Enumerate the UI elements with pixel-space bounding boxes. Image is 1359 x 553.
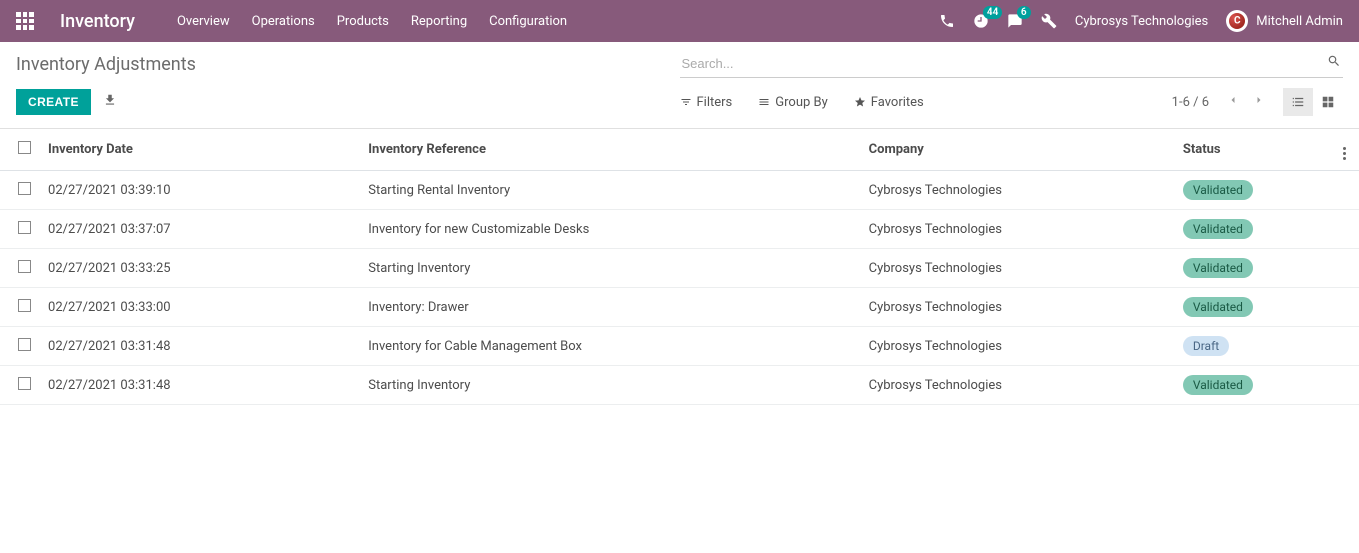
cell-date: 02/27/2021 03:37:07 bbox=[40, 210, 360, 249]
row-checkbox[interactable] bbox=[18, 338, 31, 351]
cell-company: Cybrosys Technologies bbox=[861, 171, 1175, 210]
messages-badge: 6 bbox=[1017, 6, 1031, 19]
table-header-row: Inventory Date Inventory Reference Compa… bbox=[0, 129, 1359, 171]
nav-operations[interactable]: Operations bbox=[252, 14, 315, 29]
status-badge: Validated bbox=[1183, 180, 1253, 200]
row-checkbox[interactable] bbox=[18, 221, 31, 234]
inventory-table: Inventory Date Inventory Reference Compa… bbox=[0, 129, 1359, 405]
row-checkbox[interactable] bbox=[18, 299, 31, 312]
table-row[interactable]: 02/27/2021 03:39:10Starting Rental Inven… bbox=[0, 171, 1359, 210]
cell-status: Validated bbox=[1175, 366, 1335, 405]
phone-icon[interactable] bbox=[939, 13, 955, 29]
filters-button[interactable]: Filters bbox=[680, 95, 733, 110]
col-date-header[interactable]: Inventory Date bbox=[40, 129, 360, 171]
table-row[interactable]: 02/27/2021 03:33:00Inventory: DrawerCybr… bbox=[0, 288, 1359, 327]
col-ref-header[interactable]: Inventory Reference bbox=[360, 129, 860, 171]
cell-status: Validated bbox=[1175, 288, 1335, 327]
user-menu[interactable]: Mitchell Admin bbox=[1226, 10, 1343, 32]
cell-status: Validated bbox=[1175, 249, 1335, 288]
brand-title[interactable]: Inventory bbox=[60, 11, 135, 32]
activities-icon[interactable]: 44 bbox=[973, 13, 989, 29]
col-company-header[interactable]: Company bbox=[861, 129, 1175, 171]
status-badge: Validated bbox=[1183, 258, 1253, 278]
cell-date: 02/27/2021 03:31:48 bbox=[40, 327, 360, 366]
nav-reporting[interactable]: Reporting bbox=[411, 14, 467, 29]
avatar bbox=[1226, 10, 1248, 32]
status-badge: Draft bbox=[1183, 336, 1229, 356]
search-wrap bbox=[680, 50, 1344, 78]
company-selector[interactable]: Cybrosys Technologies bbox=[1075, 14, 1208, 29]
row-checkbox[interactable] bbox=[18, 260, 31, 273]
cell-ref: Starting Inventory bbox=[360, 366, 860, 405]
cell-ref: Inventory for new Customizable Desks bbox=[360, 210, 860, 249]
status-badge: Validated bbox=[1183, 219, 1253, 239]
table-row[interactable]: 02/27/2021 03:37:07Inventory for new Cus… bbox=[0, 210, 1359, 249]
nav-overview[interactable]: Overview bbox=[177, 14, 230, 29]
nav-products[interactable]: Products bbox=[337, 14, 389, 29]
table-row[interactable]: 02/27/2021 03:33:25Starting InventoryCyb… bbox=[0, 249, 1359, 288]
messages-icon[interactable]: 6 bbox=[1007, 13, 1023, 29]
groupby-button[interactable]: Group By bbox=[758, 95, 828, 110]
favorites-label: Favorites bbox=[871, 95, 924, 110]
cell-ref: Starting Inventory bbox=[360, 249, 860, 288]
select-all-checkbox[interactable] bbox=[18, 141, 31, 154]
view-switch bbox=[1283, 88, 1343, 116]
row-checkbox[interactable] bbox=[18, 182, 31, 195]
pager-text[interactable]: 1-6 / 6 bbox=[1172, 95, 1209, 110]
cell-date: 02/27/2021 03:39:10 bbox=[40, 171, 360, 210]
apps-icon[interactable] bbox=[16, 12, 34, 30]
col-status-header[interactable]: Status bbox=[1175, 129, 1335, 171]
status-badge: Validated bbox=[1183, 297, 1253, 317]
cp-top: Inventory Adjustments bbox=[0, 42, 1359, 78]
kanban-view-button[interactable] bbox=[1313, 88, 1343, 116]
cell-status: Validated bbox=[1175, 171, 1335, 210]
search-icon[interactable] bbox=[1327, 54, 1341, 72]
table-row[interactable]: 02/27/2021 03:31:48Starting InventoryCyb… bbox=[0, 366, 1359, 405]
cell-date: 02/27/2021 03:33:00 bbox=[40, 288, 360, 327]
cell-company: Cybrosys Technologies bbox=[861, 366, 1175, 405]
status-badge: Validated bbox=[1183, 375, 1253, 395]
import-button[interactable] bbox=[103, 93, 117, 111]
nav-configuration[interactable]: Configuration bbox=[489, 14, 567, 29]
filters-label: Filters bbox=[697, 95, 733, 110]
nav-menu: Overview Operations Products Reporting C… bbox=[177, 14, 567, 29]
pager-prev[interactable] bbox=[1223, 90, 1243, 114]
cell-ref: Inventory: Drawer bbox=[360, 288, 860, 327]
cell-company: Cybrosys Technologies bbox=[861, 288, 1175, 327]
cell-company: Cybrosys Technologies bbox=[861, 210, 1175, 249]
navbar-right: 44 6 Cybrosys Technologies Mitchell Admi… bbox=[939, 10, 1343, 32]
search-input[interactable] bbox=[680, 50, 1344, 77]
activities-badge: 44 bbox=[983, 6, 1002, 19]
create-button[interactable]: CREATE bbox=[16, 89, 91, 115]
row-checkbox[interactable] bbox=[18, 377, 31, 390]
pager-next[interactable] bbox=[1249, 90, 1269, 114]
cell-date: 02/27/2021 03:33:25 bbox=[40, 249, 360, 288]
favorites-button[interactable]: Favorites bbox=[854, 95, 924, 110]
page-title: Inventory Adjustments bbox=[16, 54, 196, 75]
list-view-button[interactable] bbox=[1283, 88, 1313, 116]
groupby-label: Group By bbox=[775, 95, 828, 110]
control-panel: Inventory Adjustments CREATE Filters Gro… bbox=[0, 42, 1359, 129]
debug-icon[interactable] bbox=[1041, 13, 1057, 29]
cell-company: Cybrosys Technologies bbox=[861, 249, 1175, 288]
navbar-left: Inventory Overview Operations Products R… bbox=[16, 11, 567, 32]
cell-company: Cybrosys Technologies bbox=[861, 327, 1175, 366]
cp-right: 1-6 / 6 bbox=[1172, 88, 1343, 116]
cell-status: Validated bbox=[1175, 210, 1335, 249]
pager-nav bbox=[1223, 90, 1269, 114]
column-options-icon[interactable] bbox=[1343, 147, 1346, 160]
cell-date: 02/27/2021 03:31:48 bbox=[40, 366, 360, 405]
cp-bottom: CREATE Filters Group By Favorites 1-6 / … bbox=[0, 78, 1359, 128]
cell-status: Draft bbox=[1175, 327, 1335, 366]
cp-left: CREATE bbox=[16, 89, 117, 115]
table-row[interactable]: 02/27/2021 03:31:48Inventory for Cable M… bbox=[0, 327, 1359, 366]
cp-mid: Filters Group By Favorites 1-6 / 6 bbox=[680, 88, 1344, 116]
user-name: Mitchell Admin bbox=[1256, 14, 1343, 29]
cell-ref: Inventory for Cable Management Box bbox=[360, 327, 860, 366]
cell-ref: Starting Rental Inventory bbox=[360, 171, 860, 210]
top-navbar: Inventory Overview Operations Products R… bbox=[0, 0, 1359, 42]
